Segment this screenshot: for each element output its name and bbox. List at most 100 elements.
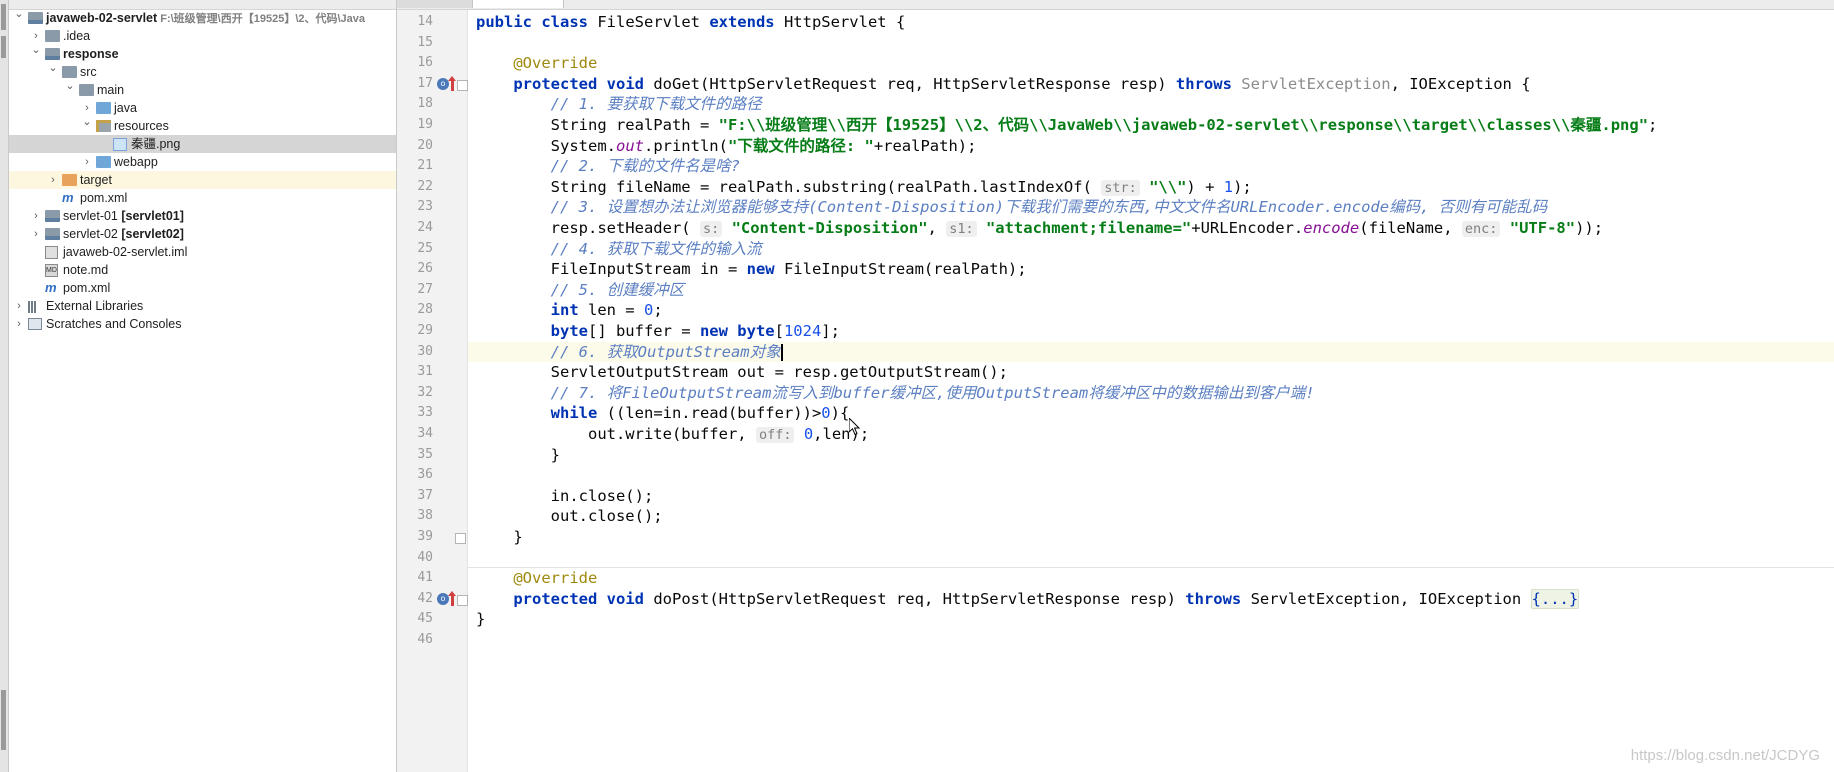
code-token: class [541,13,598,31]
tree-item[interactable]: 秦疆.png [9,135,396,153]
favorites-tool-tab[interactable] [1,690,6,750]
code-line[interactable]: } [468,527,1834,548]
code-token: // 6. 获取OutputStream对象 [550,342,781,361]
tree-item[interactable]: ⌄ main [9,80,396,99]
code-line[interactable]: // 4. 获取下载文件的输入流 [468,239,1834,260]
chevron-right-icon[interactable]: › [13,297,25,315]
chevron-right-icon[interactable]: › [81,153,93,171]
chevron-down-icon[interactable]: ⌄ [81,113,93,131]
chevron-down-icon[interactable]: ⌄ [13,5,25,23]
tree-item[interactable]: javaweb-02-servlet.iml [9,243,396,261]
tree-item[interactable]: › servlet-02 [servlet02] [9,225,396,243]
go-to-super-method-icon[interactable] [448,75,456,91]
code-line[interactable]: // 3. 设置想办法让浏览器能够支持(Content-Disposition)… [468,197,1834,218]
tree-item[interactable]: m pom.xml [9,189,396,207]
editor-tab-active[interactable] [473,0,564,8]
fold-marker-icon[interactable] [457,594,468,606]
code-editor[interactable]: public class FileServlet extends HttpSer… [468,10,1834,772]
code-token: "F:\\班级管理\\西开【19525】\\2、代码\\JavaWeb\\jav… [718,116,1649,134]
code-token: 0 [643,301,654,320]
tree-item[interactable]: › target [9,171,396,189]
code-line[interactable]: // 2. 下载的文件名是啥? [468,156,1834,177]
fold-marker-icon[interactable] [457,79,468,91]
code-line[interactable]: @Override [468,568,1834,589]
code-line[interactable]: out.write(buffer, off: 0,len); [468,424,1834,445]
code-line[interactable]: // 5. 创建缓冲区 [468,280,1834,301]
chevron-down-icon[interactable]: ⌄ [47,59,59,77]
tree-item[interactable]: ⌄ javaweb-02-servlet F:\班级管理\西开【19525】\2、… [9,8,396,27]
tool-window-strip[interactable] [0,0,9,772]
code-line[interactable]: while ((len=in.read(buffer))>0){ [468,403,1834,424]
web-folder-icon [96,156,111,168]
tree-item[interactable]: › .idea [9,27,396,45]
line-number: 26 [417,261,433,277]
tree-item[interactable]: › webapp [9,153,396,171]
code-line[interactable]: System.out.println("下载文件的路径: "+realPath)… [468,136,1834,157]
tree-item[interactable]: MD note.md [9,261,396,279]
maven-icon: m [45,280,57,295]
code-token: out [615,136,644,155]
chevron-right-icon[interactable]: › [30,225,42,243]
chevron-down-icon[interactable]: ⌄ [64,77,76,95]
code-token: )); [1575,219,1604,237]
line-number: 28 [417,302,433,318]
tree-item-label: pom.xml [63,281,111,295]
code-token: String realPath = [476,116,719,134]
code-line[interactable] [468,630,1834,651]
code-line[interactable]: } [468,609,1834,630]
chevron-right-icon[interactable]: › [13,315,25,333]
code-line[interactable]: int len = 0; [468,300,1834,321]
code-line[interactable]: FileInputStream in = new FileInputStream… [468,259,1834,280]
tree-item-label: External Libraries [46,299,144,313]
code-token: protected [513,74,607,93]
code-line[interactable]: String fileName = realPath.substring(rea… [468,177,1834,198]
code-line[interactable]: public class FileServlet extends HttpSer… [468,12,1834,33]
module-name-tag: [servlet01] [117,209,184,223]
editor-tab-1[interactable] [397,0,473,8]
code-line[interactable]: in.close(); [468,486,1834,507]
chevron-right-icon[interactable]: › [30,207,42,225]
code-line[interactable]: } [468,445,1834,466]
code-line[interactable]: protected void doPost(HttpServletRequest… [468,588,1834,610]
folded-code-block[interactable]: {...} [1530,588,1580,609]
code-line[interactable]: String realPath = "F:\\班级管理\\西开【19525】\\… [468,115,1834,136]
code-line[interactable]: resp.setHeader( s: "Content-Disposition"… [468,218,1834,239]
tree-item[interactable]: ⌄ resources [9,116,396,135]
code-line[interactable] [468,33,1834,54]
line-number: 14 [417,14,433,29]
line-number: 37 [417,487,433,503]
tree-item[interactable]: › Scratches and Consoles [9,315,396,333]
code-line[interactable]: // 1. 要获取下载文件的路径 [468,94,1834,115]
code-token: ((len=in.read(buffer))> [606,404,822,423]
fold-marker-icon[interactable] [455,533,466,544]
code-token: // 5. 创建缓冲区 [550,280,685,299]
code-token: void [606,74,654,93]
code-line[interactable]: byte[] buffer = new byte[1024]; [468,321,1834,342]
code-line[interactable]: protected void doGet(HttpServletRequest … [468,74,1834,95]
tree-item[interactable]: m pom.xml [9,279,396,297]
chevron-down-icon[interactable]: ⌄ [30,41,42,59]
code-token: byte [737,322,775,340]
project-tool-tab[interactable] [1,4,6,30]
code-line[interactable] [468,465,1834,486]
structure-tool-tab[interactable] [1,36,6,58]
libraries-icon [28,300,43,313]
tree-item[interactable]: › servlet-01 [servlet01] [9,207,396,225]
tree-item-label: servlet-01 [servlet01] [63,209,184,223]
tree-item[interactable]: › java [9,99,396,117]
code-line[interactable]: ServletOutputStream out = resp.getOutput… [468,362,1834,383]
chevron-right-icon[interactable]: › [47,171,59,189]
code-line[interactable]: out.close(); [468,506,1834,527]
code-line[interactable]: // 7. 将FileOutputStream流写入到buffer缓冲区,使用O… [468,383,1834,404]
tree-item[interactable]: ⌄ response [9,44,396,63]
code-line[interactable]: @Override [468,53,1834,74]
code-token: [] buffer = [587,322,700,340]
code-token: doGet(HttpServletRequest req, HttpServle… [653,74,1176,93]
go-to-super-method-icon[interactable] [448,590,456,606]
code-line[interactable] [468,548,1834,569]
tree-item[interactable]: › External Libraries [9,297,396,315]
code-line[interactable]: // 6. 获取OutputStream对象 [468,341,1834,363]
